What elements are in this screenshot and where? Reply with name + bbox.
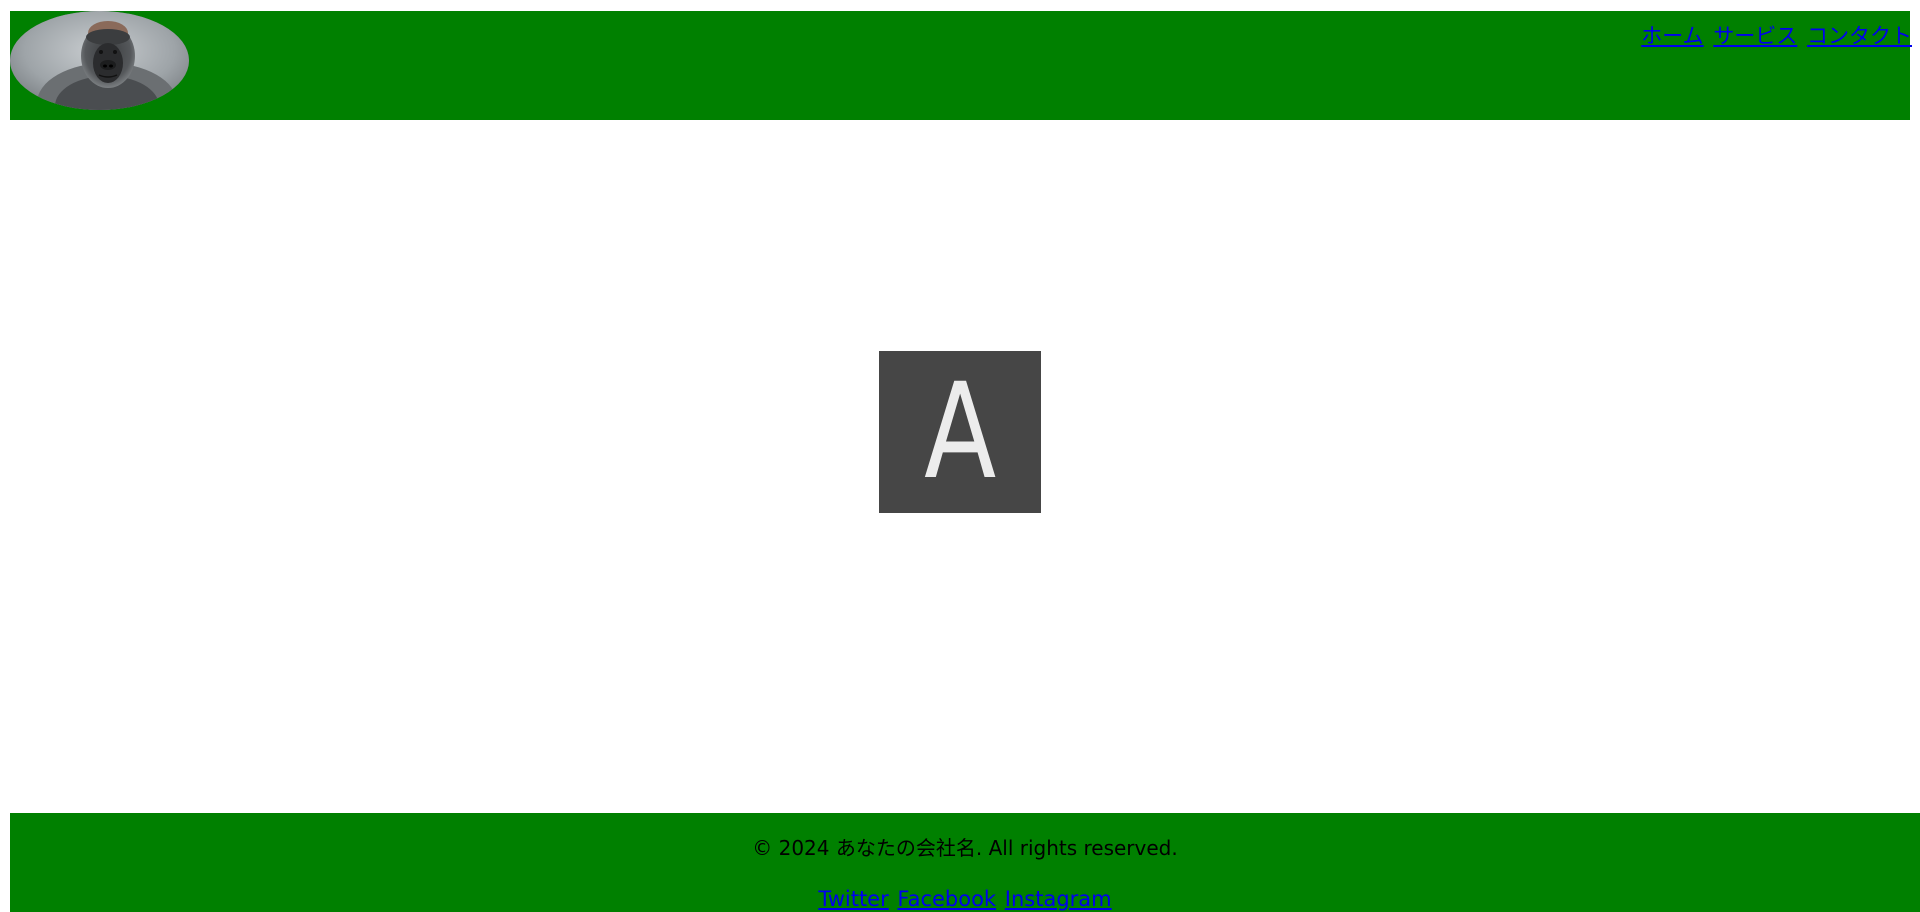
social-links: Twitter Facebook Instagram	[10, 886, 1920, 912]
social-link-twitter[interactable]: Twitter	[818, 887, 888, 911]
page: ホーム サービス コンタクト A © 2024 あなたの会社名. All rig…	[0, 0, 1920, 912]
placeholder-avatar: A	[879, 351, 1041, 513]
site-header: ホーム サービス コンタクト	[10, 11, 1912, 120]
social-link-instagram[interactable]: Instagram	[1005, 887, 1112, 911]
site-footer: © 2024 あなたの会社名. All rights reserved. Twi…	[10, 813, 1920, 912]
copyright-text: © 2024 あなたの会社名. All rights reserved.	[752, 836, 1178, 860]
social-link-facebook[interactable]: Facebook	[897, 887, 996, 911]
nav-link-home[interactable]: ホーム	[1641, 24, 1703, 48]
nav-link-services[interactable]: サービス	[1713, 24, 1797, 48]
nav-link-contact[interactable]: コンタクト	[1807, 24, 1912, 48]
placeholder-letter: A	[923, 355, 997, 509]
main-nav: ホーム サービス コンタクト	[1638, 23, 1912, 49]
gorilla-photo-icon	[10, 11, 189, 110]
gorilla-logo-icon[interactable]	[10, 11, 189, 110]
